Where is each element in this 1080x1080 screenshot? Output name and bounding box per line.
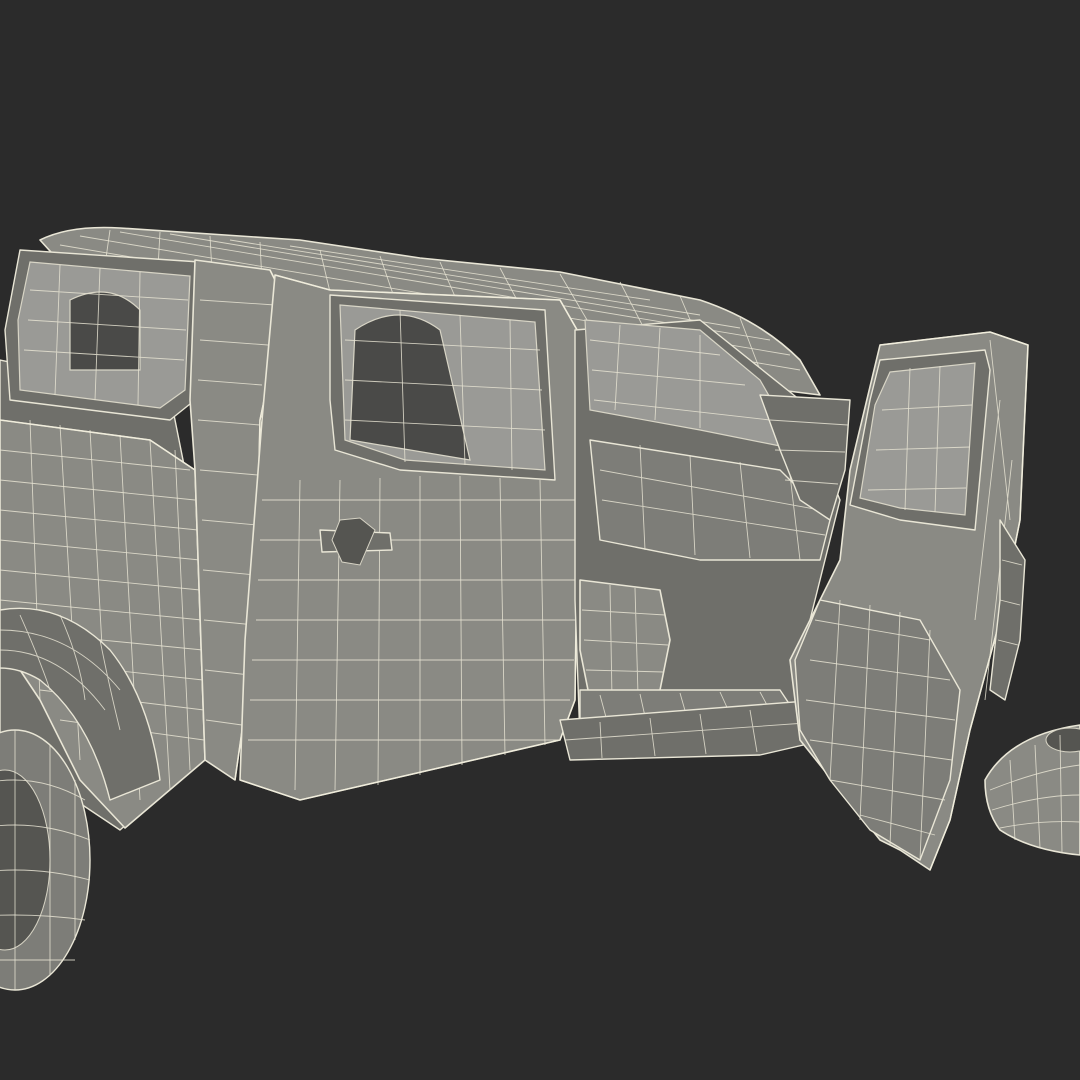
rear-cab-window [4, 249, 211, 421]
render-viewport [0, 0, 1080, 1080]
truck-wireframe-render [0, 226, 1080, 991]
front-wheel [984, 724, 1080, 856]
front-door-closed [239, 274, 581, 801]
